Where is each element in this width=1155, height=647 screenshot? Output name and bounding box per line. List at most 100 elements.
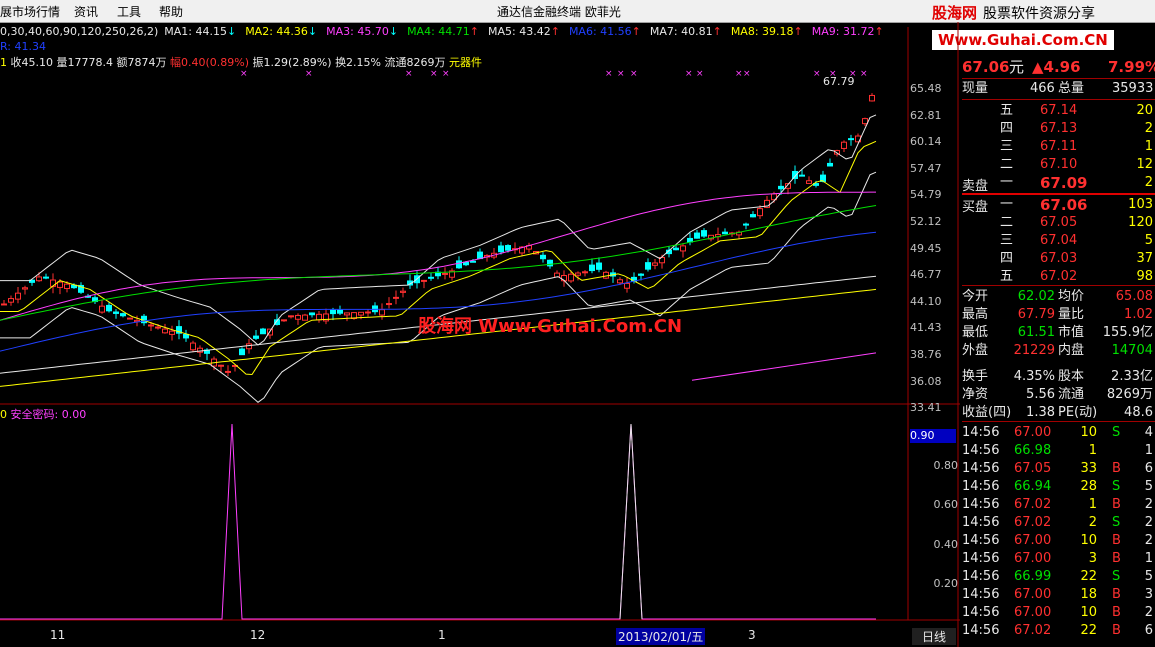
tick-time: 14:56 — [962, 497, 1000, 512]
tick-price: 66.94 — [1014, 479, 1052, 494]
signal-mark: × — [240, 69, 248, 79]
tick-row[interactable]: 14:56 67.00 10 S 4 — [962, 424, 1155, 442]
y-tick: 62.81 — [910, 108, 942, 122]
stat-value: 65.08 — [1115, 289, 1153, 304]
tick-row[interactable]: 14:56 67.02 1 B 2 — [962, 496, 1155, 514]
signal-mark: × — [405, 69, 413, 79]
candle-body — [225, 370, 231, 373]
tick-row[interactable]: 14:56 67.02 22 B 6 — [962, 622, 1155, 640]
tick-price: 67.00 — [1014, 551, 1052, 566]
candle-body — [155, 326, 161, 329]
ask-row[interactable]: 三 67.11 1 — [962, 138, 1155, 156]
tick-side: B — [1112, 623, 1121, 638]
ask-row[interactable]: 一 67.09 2 — [962, 174, 1155, 192]
candle-body — [428, 276, 434, 279]
menu-news[interactable]: 资讯 — [74, 3, 98, 20]
candle-body — [253, 335, 259, 339]
signal-mark: × — [617, 69, 625, 79]
ma-arrow-icon: ↑ — [874, 25, 884, 38]
candle-body — [288, 315, 294, 318]
ma-arrow-icon: ↑ — [469, 25, 479, 38]
tick-price: 67.00 — [1014, 533, 1052, 548]
tick-count: 5 — [1144, 479, 1153, 494]
ma-item: MA5: 43.42↑ — [488, 25, 560, 38]
tick-count: 4 — [1144, 425, 1153, 440]
tick-row[interactable]: 14:56 67.00 10 B 2 — [962, 604, 1155, 622]
candle-body — [302, 314, 308, 321]
tick-time: 14:56 — [962, 533, 1000, 548]
signal-mark: × — [605, 69, 613, 79]
tick-side: B — [1112, 461, 1121, 476]
tick-row[interactable]: 14:56 66.94 28 S 5 — [962, 478, 1155, 496]
stat-key: 换手 — [962, 369, 989, 384]
candle-body — [106, 304, 112, 312]
ma-line — [0, 140, 877, 376]
level-price: 67.14 — [1040, 103, 1078, 118]
candle-body — [330, 309, 336, 315]
level-price: 67.05 — [1040, 215, 1078, 230]
tick-row[interactable]: 14:56 67.00 3 B 1 — [962, 550, 1155, 568]
menu-tools[interactable]: 工具 — [117, 3, 141, 20]
logo: 股海网 股票软件资源分享 — [932, 2, 1095, 22]
stat-row: 最高 67.79 量比 1.02 — [962, 306, 1155, 324]
ma-arrow-icon: ↓ — [307, 25, 318, 38]
vol-now: 466 — [1030, 81, 1055, 96]
candle-body — [190, 342, 196, 351]
level-price: 67.11 — [1040, 139, 1078, 154]
bid-row[interactable]: 一 67.06 103 — [962, 196, 1155, 214]
info-float: 流通8269万 — [384, 56, 446, 69]
candle-body — [260, 328, 266, 335]
bid-row[interactable]: 四 67.03 37 — [962, 250, 1155, 268]
tick-side: B — [1112, 605, 1121, 620]
logo-brand: 股海网 — [932, 4, 978, 22]
tick-time: 14:56 — [962, 479, 1000, 494]
level-volume: 37 — [1136, 251, 1153, 266]
quote-pct: 7.99% — [1108, 58, 1155, 76]
tick-volume: 10 — [1080, 425, 1097, 440]
menu-bar: 展市场行情 资讯 工具 帮助 通达信金融终端 欧菲光 股海网 股票软件资源分享 — [0, 0, 1155, 23]
tick-row[interactable]: 14:56 67.02 2 S 2 — [962, 514, 1155, 532]
tick-volume: 3 — [1088, 551, 1097, 566]
quote-price: 67.06 — [962, 58, 1010, 76]
candle-body — [582, 271, 588, 274]
tick-row[interactable]: 14:56 67.05 33 B 6 — [962, 460, 1155, 478]
stat-key: 市值 — [1058, 325, 1085, 340]
level-price: 67.06 — [1040, 196, 1088, 214]
candle-body — [148, 324, 154, 327]
peak-label: 67.79 — [823, 75, 855, 88]
ma-line — [691, 352, 877, 381]
tick-count: 6 — [1144, 461, 1153, 476]
candle-body — [400, 290, 406, 293]
bid-row[interactable]: 三 67.04 5 — [962, 232, 1155, 250]
level-volume: 5 — [1144, 233, 1153, 248]
signal-marks: × × × × × × × × × × × × × × × × — [240, 69, 868, 79]
tick-volume: 10 — [1080, 533, 1097, 548]
ask-row[interactable]: 四 67.13 2 — [962, 120, 1155, 138]
bid-row[interactable]: 二 67.05 120 — [962, 214, 1155, 232]
signal-mark: × — [696, 69, 704, 79]
candle-body — [456, 260, 462, 269]
info-sector[interactable]: 元器件 — [449, 56, 482, 69]
tick-row[interactable]: 14:56 67.00 18 B 3 — [962, 586, 1155, 604]
y-tick: 65.48 — [910, 82, 942, 95]
stat-row: 净资 5.56 流通 8269万 — [962, 386, 1155, 404]
ma-item: MA1: 44.15↓ — [164, 25, 237, 38]
tick-row[interactable]: 14:56 66.99 22 S 5 — [962, 568, 1155, 586]
bid-row[interactable]: 五 67.02 98 — [962, 268, 1155, 286]
candle-body — [162, 328, 168, 334]
menu-market[interactable]: 展市场行情 — [0, 3, 60, 20]
period-tab[interactable]: 日线 — [912, 628, 956, 645]
ask-row[interactable]: 二 67.10 12 — [962, 156, 1155, 174]
stat-value: 67.79 — [1017, 307, 1055, 322]
candle-body — [722, 231, 728, 235]
tick-row[interactable]: 14:56 66.98 1 1 — [962, 442, 1155, 460]
tick-row[interactable]: 14:56 67.00 10 B 2 — [962, 532, 1155, 550]
ask-row[interactable]: 五 67.14 20 — [962, 102, 1155, 120]
y-tick: 49.45 — [910, 241, 942, 255]
menu-help[interactable]: 帮助 — [159, 3, 183, 20]
ma-item: MA3: 45.70↓ — [326, 25, 399, 38]
tick-time: 14:56 — [962, 443, 1000, 458]
ma-item: MA7: 40.81↑ — [649, 25, 722, 38]
tick-volume: 2 — [1088, 515, 1097, 530]
candle-body — [638, 273, 644, 276]
